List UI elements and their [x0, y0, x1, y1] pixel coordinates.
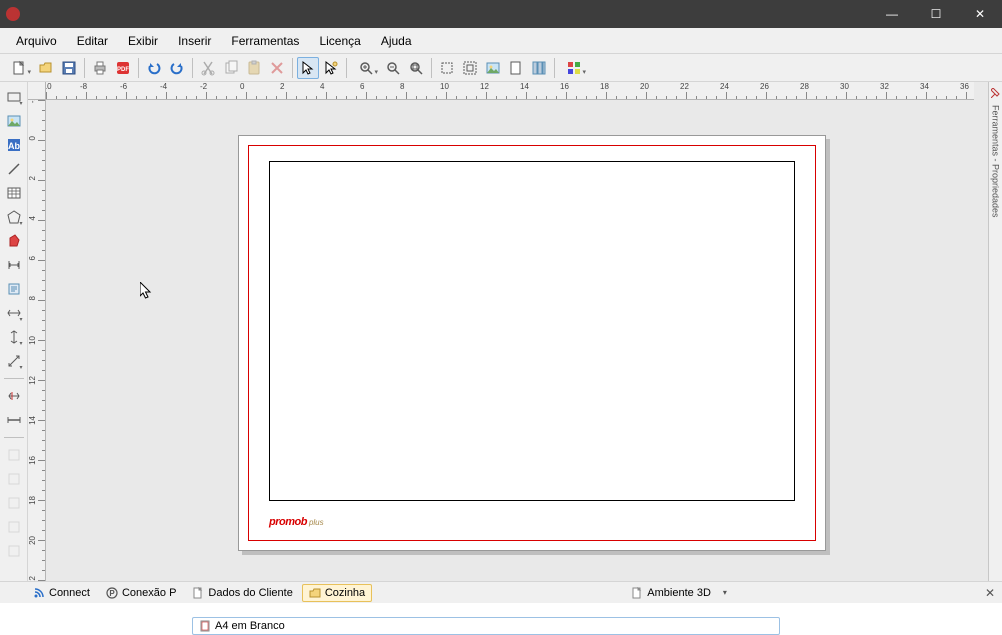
doc-icon [631, 587, 643, 599]
redo-button[interactable] [166, 57, 188, 79]
doc-icon [192, 587, 204, 599]
horizontal-ruler: -10-8-6-4-202468101214161820222426283032… [46, 82, 974, 100]
paste-button [243, 57, 265, 79]
group4-tool [3, 516, 25, 538]
open-button[interactable] [35, 57, 57, 79]
menu-bar: ArquivoEditarExibirInserirFerramentasLic… [0, 28, 1002, 54]
menu-arquivo[interactable]: Arquivo [6, 30, 67, 52]
status-tab-label: Connect [49, 587, 90, 599]
group2-tool [3, 468, 25, 490]
close-button[interactable]: ✕ [958, 0, 1002, 28]
status-tab-label: Ambiente 3D [647, 587, 711, 599]
page-button[interactable] [505, 57, 527, 79]
status-tab-a4-em-branco[interactable]: A4 em Branco [192, 617, 780, 635]
minimize-button[interactable]: — [870, 0, 914, 28]
right-dock-label[interactable]: Ferramentas - Propriedades [991, 105, 1001, 218]
main-toolbar: PDF [0, 54, 1002, 82]
p-circle-icon: P [106, 587, 118, 599]
rss-icon [33, 587, 45, 599]
status-bar: Connect P Conexão P Dados do Cliente Cozinha… [0, 581, 1002, 603]
scissors-tool[interactable] [3, 385, 25, 407]
new-button[interactable] [4, 57, 34, 79]
delete-button [266, 57, 288, 79]
logo-sub: plus [309, 518, 324, 527]
menu-editar[interactable]: Editar [67, 30, 118, 52]
image-button[interactable] [482, 57, 504, 79]
status-tab-label: Cozinha [325, 587, 365, 599]
menu-ferramentas[interactable]: Ferramentas [221, 30, 309, 52]
cut-button [197, 57, 219, 79]
ruler-corner [28, 82, 46, 100]
left-tool-panel: Ab [0, 82, 28, 581]
svg-text:Ab: Ab [8, 141, 20, 151]
shape-tool[interactable] [3, 206, 25, 228]
copy-button [220, 57, 242, 79]
zoom-out-button[interactable] [382, 57, 404, 79]
print-button[interactable] [89, 57, 111, 79]
menu-inserir[interactable]: Inserir [168, 30, 221, 52]
mouse-cursor-icon [140, 282, 152, 300]
status-tab-label: Conexão P [122, 587, 176, 599]
dim-vertical-tool[interactable] [3, 326, 25, 348]
dimension-tool[interactable] [3, 254, 25, 276]
polygon-tool[interactable] [3, 230, 25, 252]
line-tool[interactable] [3, 158, 25, 180]
hline-tool[interactable] [3, 409, 25, 431]
columns-button[interactable] [528, 57, 550, 79]
dim-horizontal-tool[interactable] [3, 302, 25, 324]
crop1-button[interactable] [436, 57, 458, 79]
zoom-fit-button[interactable] [405, 57, 427, 79]
status-tab-ambiente-3d[interactable]: Ambiente 3D [624, 584, 718, 602]
page-dropdown-button[interactable]: ▾ [720, 588, 730, 597]
dim-align-tool[interactable] [3, 350, 25, 372]
undo-button[interactable] [143, 57, 165, 79]
save-button[interactable] [58, 57, 80, 79]
note-tool[interactable] [3, 278, 25, 300]
group3-tool [3, 492, 25, 514]
canvas-area[interactable]: -10-8-6-4-202468101214161820222426283032… [28, 82, 988, 581]
svg-text:PDF: PDF [117, 67, 129, 73]
maximize-button[interactable]: ☐ [914, 0, 958, 28]
image-tool[interactable] [3, 110, 25, 132]
status-tab-cozinha[interactable]: Cozinha [302, 584, 372, 602]
menu-exibir[interactable]: Exibir [118, 30, 168, 52]
canvas[interactable]: promobplus [46, 100, 974, 581]
menu-licença[interactable]: Licença [309, 30, 370, 52]
direct-select-button[interactable] [320, 57, 342, 79]
svg-text:P: P [109, 589, 115, 598]
title-bar: — ☐ ✕ [0, 0, 1002, 28]
page[interactable]: promobplus [238, 135, 826, 551]
text-box-tool[interactable]: Ab [3, 134, 25, 156]
group5-tool [3, 540, 25, 562]
group1-tool [3, 444, 25, 466]
right-dock-collapsed[interactable]: Ferramentas - Propriedades [988, 82, 1002, 581]
swatches-button[interactable] [559, 57, 589, 79]
pdf-button[interactable]: PDF [112, 57, 134, 79]
status-tab-label: Dados do Cliente [208, 587, 292, 599]
pin-icon[interactable] [991, 88, 1001, 98]
app-icon [6, 7, 20, 21]
status-tab-conexão-p[interactable]: P Conexão P [99, 584, 183, 602]
zoom-in-button[interactable] [351, 57, 381, 79]
table-tool[interactable] [3, 182, 25, 204]
logo-brand: promob [269, 516, 307, 528]
vertical-ruler: -2024681012141618202224 [28, 100, 46, 581]
status-tab-connect[interactable]: Connect [26, 584, 97, 602]
folder-icon [309, 587, 321, 599]
page-content-frame [269, 161, 795, 501]
crop2-button[interactable] [459, 57, 481, 79]
work-area: Ab -10-8-6-4-202468101214161820222426283… [0, 82, 1002, 581]
status-close-button[interactable]: ✕ [982, 585, 998, 601]
rectangle-tool[interactable] [3, 86, 25, 108]
status-tab-label: A4 em Branco [215, 620, 285, 632]
page-icon [199, 620, 211, 632]
menu-ajuda[interactable]: Ajuda [371, 30, 422, 52]
page-logo: promobplus [269, 516, 324, 528]
pointer-button[interactable] [297, 57, 319, 79]
status-tab-dados-do-cliente[interactable]: Dados do Cliente [185, 584, 299, 602]
